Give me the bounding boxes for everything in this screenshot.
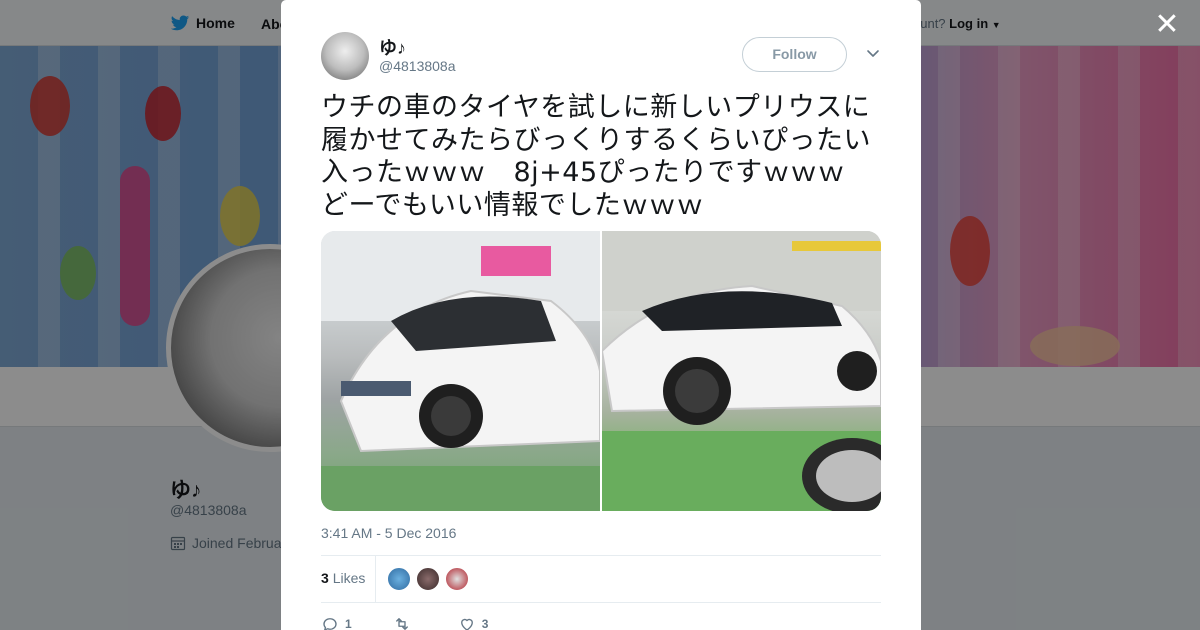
like-button[interactable]: 3	[458, 615, 489, 630]
car-illustration-1	[321, 231, 600, 511]
retweet-icon	[395, 618, 408, 630]
tweet-modal: ゆ♪ @4813808a Follow ウチの車のタイヤを試しに新しいプリウスに…	[281, 0, 921, 630]
tweet-timestamp[interactable]: 3:41 AM - 5 Dec 2016	[321, 525, 456, 541]
stats-divider	[375, 556, 376, 602]
tweet-media	[321, 231, 881, 511]
liker-avatar[interactable]	[387, 567, 411, 591]
reply-button[interactable]: 1	[321, 615, 352, 630]
heart-icon	[460, 618, 473, 630]
reply-icon	[323, 618, 337, 630]
reply-count: 1	[345, 617, 352, 630]
author-avatar[interactable]	[321, 32, 369, 80]
photo-white-prius-front[interactable]	[321, 231, 600, 511]
like-count: 3	[481, 617, 489, 630]
close-icon[interactable]: ✕	[1152, 10, 1182, 40]
follow-button[interactable]: Follow	[742, 37, 847, 72]
tweet-stats: 3 Likes	[321, 555, 881, 603]
tweet-text: ウチの車のタイヤを試しに新しいプリウスに履かせてみたらびっくりするくらいぴったい…	[321, 92, 873, 221]
liker-avatar[interactable]	[416, 567, 440, 591]
likes-label: Likes	[332, 570, 366, 586]
car-illustration-2	[602, 231, 881, 511]
chevron-down-icon[interactable]	[865, 46, 881, 62]
tweet-actions: 1 3	[321, 614, 881, 630]
likes-count[interactable]: 3 Likes	[321, 570, 365, 586]
liker-avatar[interactable]	[445, 567, 469, 591]
author-name[interactable]: ゆ♪	[379, 34, 406, 60]
likes-number: 3	[321, 570, 329, 586]
likers-avatars	[387, 567, 469, 591]
author-handle[interactable]: @4813808a	[379, 58, 456, 74]
photo-white-prius-side[interactable]	[602, 231, 881, 511]
retweet-button[interactable]	[392, 615, 418, 630]
